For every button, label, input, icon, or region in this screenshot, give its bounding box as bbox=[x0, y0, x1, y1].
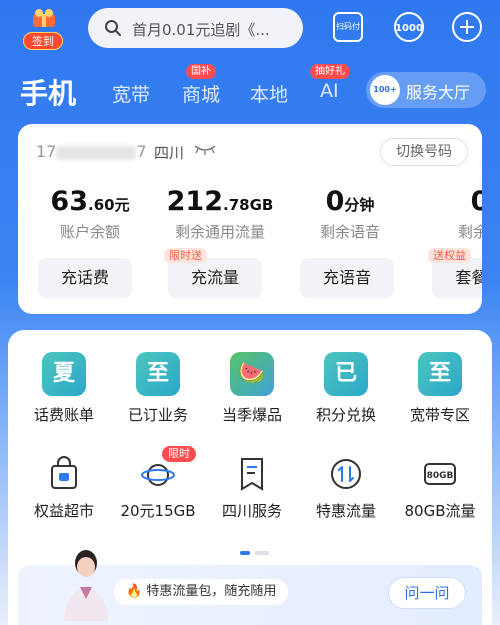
k1000-icon[interactable]: 1000 bbox=[392, 10, 426, 44]
metric-data-value: 212 bbox=[166, 186, 224, 217]
grid-item-label: 80GB流量 bbox=[404, 502, 476, 520]
metric-balance-unit: .60元 bbox=[88, 196, 130, 214]
tab-local[interactable]: 本地 bbox=[250, 80, 288, 107]
tab-phone[interactable]: 手机 bbox=[20, 72, 76, 112]
service-hall-label: 服务大厅 bbox=[406, 83, 471, 102]
switch-number-button[interactable]: 切换号码 bbox=[380, 138, 468, 166]
grid-item-sichuan-service[interactable]: 四川服务 bbox=[206, 456, 298, 521]
sign-in-label: 签到 bbox=[23, 32, 63, 50]
search-icon bbox=[105, 20, 121, 36]
scan-pay-button[interactable]: 扫码付 bbox=[333, 12, 363, 42]
plan-button[interactable]: 送权益 套餐... bbox=[428, 248, 482, 298]
grid-item-label: 话费账单 bbox=[33, 406, 94, 424]
metric-balance-label: 账户余额 bbox=[59, 223, 120, 241]
broadband-icon: 至 bbox=[418, 352, 462, 396]
grid-item-rights-market[interactable]: 权益超市 bbox=[18, 456, 110, 521]
search-bar[interactable]: 首月0.01元追剧《... bbox=[88, 8, 303, 48]
grid-item-discount-data[interactable]: 特惠流量 bbox=[300, 456, 392, 521]
metric-balance-value: 63 bbox=[50, 186, 88, 217]
grid-item-label: 20元15GB bbox=[120, 502, 196, 520]
metric-data-label: 剩余通用流量 bbox=[174, 223, 265, 241]
service-hall-icon: 100+ bbox=[370, 75, 400, 105]
phone-mask bbox=[56, 145, 137, 160]
metric-balance[interactable]: 63.60元 账户余额 bbox=[30, 186, 150, 242]
tab-ai[interactable]: AI bbox=[320, 80, 339, 102]
add-icon[interactable] bbox=[452, 12, 482, 42]
phone-number: 17 7 bbox=[36, 142, 147, 161]
grid-item-hot-products[interactable]: 🍉 当季爆品 bbox=[206, 352, 298, 425]
tab-mall[interactable]: 商城 bbox=[182, 80, 220, 107]
page-indicator bbox=[240, 540, 270, 559]
topup-data-tag: 限时送 bbox=[164, 248, 207, 263]
topup-data-label: 充流量 bbox=[190, 268, 239, 287]
scan-pay-label: 扫码付 bbox=[336, 22, 360, 31]
top-bar: 签到 首月0.01元追剧《... 扫码付 1000 bbox=[0, 0, 500, 58]
grid-item-label: 积分兑换 bbox=[315, 406, 376, 424]
metric-data-unit: .78GB bbox=[223, 196, 274, 214]
service-hall-button[interactable]: 100+ 服务大厅 bbox=[366, 72, 486, 108]
sim-80gb-icon: 80GB bbox=[424, 463, 456, 485]
document-icon bbox=[241, 458, 263, 491]
tab-broadband[interactable]: 宽带 bbox=[112, 80, 150, 107]
search-placeholder: 首月0.01元追剧《... bbox=[132, 21, 270, 39]
tab-ai-badge: 抽好礼 bbox=[310, 64, 350, 79]
grid-item-label: 当季爆品 bbox=[221, 406, 282, 424]
topup-voice-button[interactable]: 充语音 bbox=[300, 258, 394, 298]
main-nav: 手机 宽带 国补 商城 本地 抽好礼 AI 100+ 服务大厅 bbox=[0, 62, 500, 118]
region-label: 四川 bbox=[154, 144, 185, 162]
limited-badge: 限时 bbox=[162, 446, 196, 462]
page-dot-active bbox=[240, 551, 250, 555]
gift-icon bbox=[33, 9, 55, 27]
eye-closed-icon[interactable] bbox=[194, 144, 216, 156]
plan-label: 套餐... bbox=[455, 268, 482, 287]
grid-item-broadband[interactable]: 至 宽带专区 bbox=[394, 352, 486, 425]
account-card: 17 7 四川 切换号码 63.60元 账户余额 212.78GB 剩余通用流量 … bbox=[18, 124, 482, 314]
tab-mall-badge: 国补 bbox=[186, 64, 216, 79]
watermelon-icon: 🍉 bbox=[230, 352, 274, 396]
metric-voice-value: 0 bbox=[325, 186, 345, 217]
topup-voice-label: 充语音 bbox=[322, 268, 371, 287]
sim-80gb-label: 80GB bbox=[427, 471, 454, 481]
metric-extra-value: 0 bbox=[470, 186, 482, 217]
phone-prefix: 17 bbox=[36, 142, 57, 161]
grid-item-label: 特惠流量 bbox=[315, 502, 376, 520]
metric-voice-unit: 分钟 bbox=[344, 196, 375, 214]
grid-item-label: 宽带专区 bbox=[409, 406, 470, 424]
fire-icon: 🔥 bbox=[126, 584, 143, 599]
assistant-banner[interactable]: 🔥 特惠流量包，随充随用 问一问 bbox=[18, 550, 482, 625]
grid-item-points[interactable]: 已 积分兑换 bbox=[300, 352, 392, 425]
grid-item-label: 权益超市 bbox=[33, 502, 94, 520]
ask-button[interactable]: 问一问 bbox=[388, 577, 466, 609]
metric-voice[interactable]: 0分钟 剩余语音 bbox=[290, 186, 410, 242]
metric-voice-label: 剩余语音 bbox=[319, 223, 380, 241]
topup-balance-label: 充话费 bbox=[60, 268, 109, 287]
grid-item-subscriptions[interactable]: 至 已订业务 bbox=[112, 352, 204, 425]
grid-item-bill[interactable]: 夏 话费账单 bbox=[18, 352, 110, 425]
swap-arrows-icon bbox=[331, 459, 361, 489]
sign-in-button[interactable]: 签到 bbox=[20, 8, 66, 50]
metric-extra[interactable]: 0 剩余... bbox=[420, 186, 482, 242]
k1000-label: 1000 bbox=[395, 23, 423, 34]
grid-item-label: 四川服务 bbox=[221, 502, 282, 520]
assistant-avatar bbox=[64, 550, 108, 621]
grid-item-80gb[interactable]: 80GB 80GB流量 bbox=[394, 456, 486, 521]
points-icon: 已 bbox=[324, 352, 368, 396]
plan-tag: 送权益 bbox=[428, 248, 471, 263]
metric-data[interactable]: 212.78GB 剩余通用流量 bbox=[160, 186, 280, 242]
promo-pill[interactable]: 🔥 特惠流量包，随充随用 bbox=[114, 579, 289, 605]
phone-suffix: 7 bbox=[136, 142, 147, 161]
topup-balance-button[interactable]: 充话费 bbox=[38, 258, 132, 298]
grid-item-label: 已订业务 bbox=[127, 406, 188, 424]
page-dot bbox=[255, 551, 270, 555]
bill-icon: 夏 bbox=[42, 352, 86, 396]
shopping-bag-icon bbox=[51, 456, 77, 489]
promo-text: 特惠流量包，随充随用 bbox=[146, 584, 277, 599]
metric-extra-label: 剩余... bbox=[457, 223, 482, 241]
topup-data-button[interactable]: 限时送 充流量 bbox=[164, 248, 262, 298]
grid-item-20yuan-15gb[interactable]: 限时 20元15GB bbox=[112, 446, 204, 521]
subscriptions-icon: 至 bbox=[136, 352, 180, 396]
